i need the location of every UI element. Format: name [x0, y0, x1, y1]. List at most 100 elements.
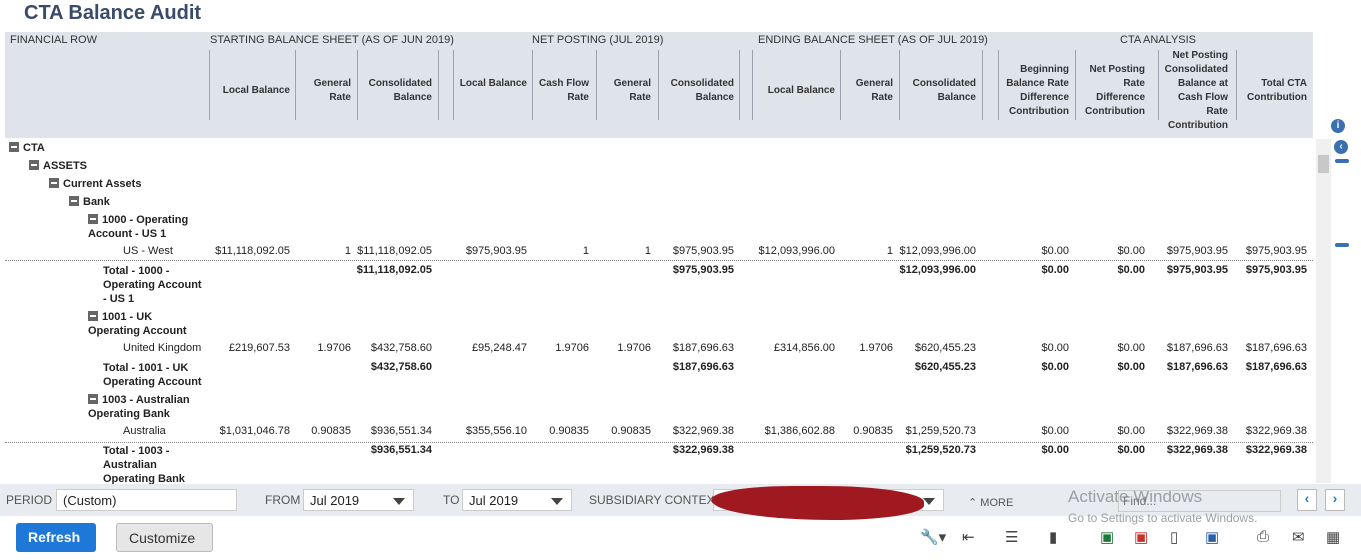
customize-button[interactable]: Customize — [116, 523, 213, 552]
calendar-icon[interactable]: ▦ — [1326, 528, 1340, 546]
table-cell[interactable]: 1 — [803, 245, 893, 257]
period-select[interactable]: (Custom) — [56, 489, 237, 511]
table-cell[interactable]: $620,455.23 — [886, 342, 976, 354]
column-header-3[interactable]: Local Balance — [459, 77, 527, 91]
collapse-icon[interactable] — [49, 178, 59, 188]
table-cell[interactable]: $12,093,996.00 — [886, 245, 976, 257]
find-input[interactable] — [1118, 490, 1281, 512]
tree-node-bank[interactable]: Bank — [69, 195, 110, 209]
column-header-1[interactable]: General Rate — [293, 77, 351, 105]
more-toggle[interactable]: ⌃ MORE — [968, 496, 1013, 509]
table-cell[interactable]: $187,696.63 — [644, 361, 734, 373]
column-header-0[interactable]: Local Balance — [212, 84, 290, 98]
table-cell[interactable]: $322,969.38 — [1217, 444, 1307, 456]
pdf-icon[interactable]: ▣ — [1134, 528, 1148, 546]
table-cell[interactable]: $12,093,996.00 — [886, 264, 976, 276]
chart-icon[interactable]: ▮ — [1049, 528, 1057, 546]
table-cell[interactable]: $322,969.38 — [644, 444, 734, 456]
vertical-scrollbar[interactable] — [1316, 139, 1331, 483]
table-cell[interactable]: 0.90835 — [803, 425, 893, 437]
column-header-10[interactable]: Beginning Balance Rate Difference Contri… — [997, 63, 1069, 119]
table-cell[interactable]: $975,903.95 — [644, 264, 734, 276]
info-icon[interactable]: i — [1331, 119, 1345, 133]
collapse-panel-icon[interactable]: ‹ — [1334, 140, 1348, 154]
table-cell[interactable]: $0.00 — [1055, 444, 1145, 456]
table-cell[interactable]: $620,455.23 — [886, 361, 976, 373]
table-cell[interactable]: $1,259,520.73 — [886, 425, 976, 437]
collapse-icon[interactable] — [9, 142, 19, 152]
collapse-icon[interactable] — [88, 214, 98, 224]
table-cell[interactable]: $322,969.38 — [1138, 444, 1228, 456]
table-cell[interactable]: $0.00 — [1055, 264, 1145, 276]
from-select[interactable]: Jul 2019 — [303, 489, 414, 511]
table-cell[interactable]: $0.00 — [1055, 342, 1145, 354]
prev-page-button[interactable]: ‹ — [1297, 489, 1317, 511]
table-cell[interactable]: 0.90835 — [561, 425, 651, 437]
table-cell[interactable]: $187,696.63 — [1138, 361, 1228, 373]
table-cell[interactable]: 1.9706 — [261, 342, 351, 354]
column-header-13[interactable]: Total CTA Contribution — [1241, 77, 1307, 105]
collapse-icon[interactable] — [29, 160, 39, 170]
expand-all-icon[interactable]: ☰ — [1005, 528, 1018, 546]
word-icon[interactable]: ▣ — [1205, 528, 1219, 546]
table-cell[interactable]: $1,259,520.73 — [886, 444, 976, 456]
table-cell[interactable]: $975,903.95 — [1138, 264, 1228, 276]
table-cell[interactable]: $322,969.38 — [1138, 425, 1228, 437]
table-cell[interactable]: $322,969.38 — [644, 425, 734, 437]
column-header-11[interactable]: Net Posting Rate Difference Contribution — [1073, 63, 1145, 119]
table-cell[interactable]: $975,903.95 — [1217, 264, 1307, 276]
collapse-icon[interactable] — [88, 394, 98, 404]
column-header-2[interactable]: Consolidated Balance — [354, 77, 432, 105]
tree-node-current-assets[interactable]: Current Assets — [49, 177, 141, 191]
tree-node-cta[interactable]: CTA — [9, 141, 45, 155]
collapse-icon[interactable] — [88, 311, 98, 321]
table-cell[interactable]: $11,118,092.05 — [342, 264, 432, 276]
table-cell[interactable]: $187,696.63 — [1217, 342, 1307, 354]
column-header-4[interactable]: Cash Flow Rate — [531, 77, 589, 105]
table-cell[interactable]: $432,758.60 — [342, 361, 432, 373]
next-page-button[interactable]: › — [1325, 489, 1345, 511]
table-cell[interactable]: $936,551.34 — [342, 425, 432, 437]
collapse-icon[interactable] — [69, 196, 79, 206]
table-cell[interactable]: $187,696.63 — [1138, 342, 1228, 354]
email-icon[interactable]: ✉ — [1292, 528, 1305, 546]
table-cell[interactable]: 1 — [261, 245, 351, 257]
collapse-all-icon[interactable]: ⇤ — [962, 528, 975, 546]
tree-node-1001[interactable]: 1001 - UK Operating Account — [88, 310, 200, 338]
excel-icon[interactable]: ▣ — [1100, 528, 1114, 546]
page-title: CTA Balance Audit — [24, 2, 202, 24]
wrench-icon[interactable]: 🔧▾ — [920, 528, 946, 546]
print-icon[interactable]: ⎙ — [1257, 528, 1269, 545]
table-cell[interactable]: $975,903.95 — [1138, 245, 1228, 257]
to-select[interactable]: Jul 2019 — [462, 489, 572, 511]
column-header-8[interactable]: General Rate — [839, 77, 893, 105]
table-cell[interactable]: 1.9706 — [803, 342, 893, 354]
column-header-9[interactable]: Consolidated Balance — [898, 77, 976, 105]
table-cell[interactable]: $975,903.95 — [644, 245, 734, 257]
refresh-button[interactable]: Refresh — [16, 523, 96, 552]
column-header-7[interactable]: Local Balance — [747, 84, 835, 98]
panel-handle-icon[interactable] — [1335, 243, 1349, 247]
table-cell[interactable]: $187,696.63 — [644, 342, 734, 354]
table-cell[interactable]: $0.00 — [1055, 425, 1145, 437]
table-cell[interactable]: $0.00 — [1055, 245, 1145, 257]
table-cell[interactable]: $975,903.95 — [1217, 245, 1307, 257]
tree-node-assets[interactable]: ASSETS — [29, 159, 87, 173]
tree-node-1003[interactable]: 1003 - Australian Operating Bank — [88, 393, 200, 421]
table-cell[interactable]: 1 — [561, 245, 651, 257]
table-cell[interactable]: $187,696.63 — [1217, 361, 1307, 373]
table-cell[interactable]: $0.00 — [1055, 361, 1145, 373]
column-header-5[interactable]: General Rate — [593, 77, 651, 105]
table-cell[interactable]: 0.90835 — [261, 425, 351, 437]
document-icon[interactable]: ▯ — [1170, 528, 1178, 546]
column-header-6[interactable]: Consolidated Balance — [656, 77, 734, 105]
table-cell[interactable]: 1.9706 — [561, 342, 651, 354]
table-cell[interactable]: $432,758.60 — [342, 342, 432, 354]
table-cell[interactable]: $322,969.38 — [1217, 425, 1307, 437]
tree-node-1000[interactable]: 1000 - Operating Account - US 1 — [88, 213, 200, 241]
panel-handle-icon[interactable] — [1335, 159, 1349, 163]
table-cell[interactable]: $936,551.34 — [342, 444, 432, 456]
scroll-thumb[interactable] — [1318, 155, 1329, 173]
column-header-12[interactable]: Net Posting Consolidated Balance at Cash… — [1154, 49, 1228, 133]
table-cell[interactable]: $11,118,092.05 — [342, 245, 432, 257]
